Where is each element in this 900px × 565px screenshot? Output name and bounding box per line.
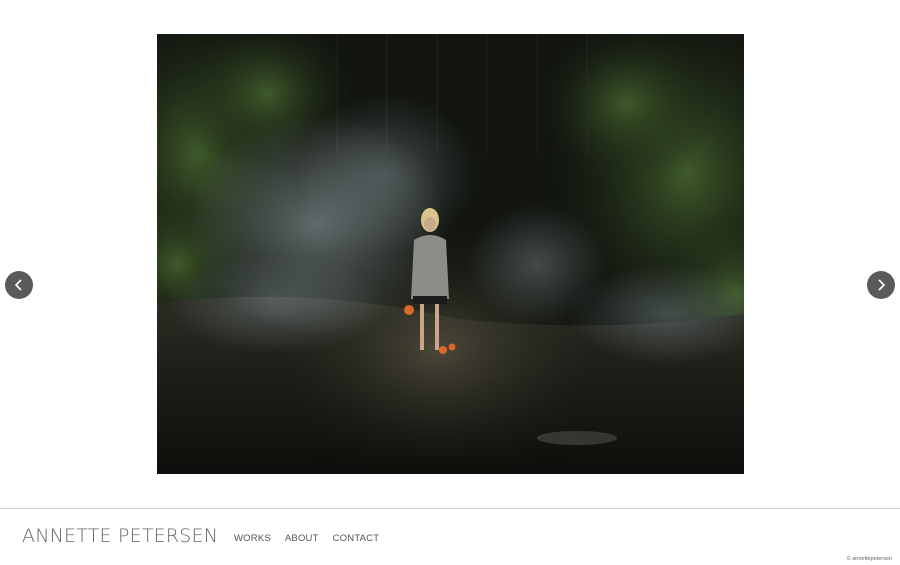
footer-divider <box>0 508 900 509</box>
previous-slide-button[interactable] <box>5 271 33 299</box>
chevron-left-icon <box>14 279 22 291</box>
next-slide-button[interactable] <box>867 271 895 299</box>
copyright-text: © annettepetersen <box>846 556 892 562</box>
chevron-right-icon <box>878 279 886 291</box>
nav-item-works[interactable]: WORKS <box>234 533 271 544</box>
photo-image <box>157 34 744 474</box>
footer-nav: WORKS ABOUT CONTACT <box>234 533 379 544</box>
site-title[interactable]: ANNETTE PETERSEN <box>22 525 218 547</box>
nav-item-about[interactable]: ABOUT <box>285 533 319 544</box>
nav-item-contact[interactable]: CONTACT <box>333 533 380 544</box>
main-photo <box>157 34 744 474</box>
